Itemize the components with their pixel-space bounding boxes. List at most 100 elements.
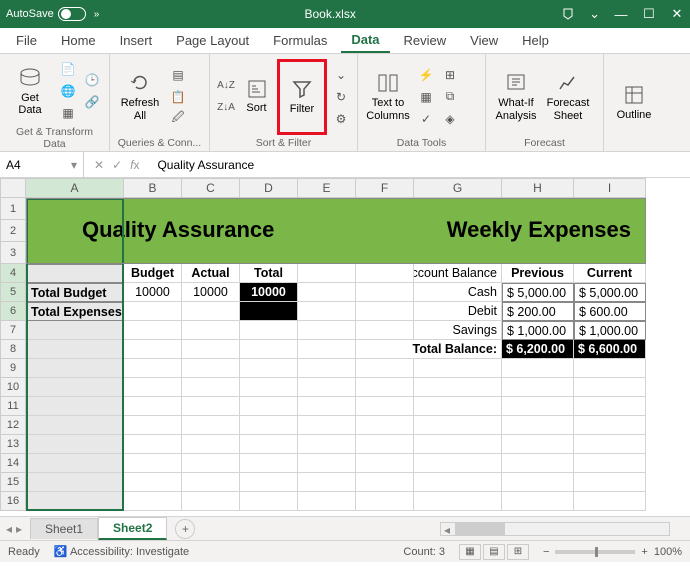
- cell-H13[interactable]: [502, 435, 574, 454]
- cell-H16[interactable]: [502, 492, 574, 511]
- clear-filter-icon[interactable]: ⌄: [331, 65, 351, 85]
- cell-B15[interactable]: [124, 473, 182, 492]
- advanced-filter-icon[interactable]: ⚙: [331, 109, 351, 129]
- row-header-16[interactable]: 16: [0, 492, 26, 511]
- cell-C6[interactable]: [182, 302, 240, 321]
- cell-D15[interactable]: [240, 473, 298, 492]
- forecast-button[interactable]: Forecast Sheet: [544, 64, 592, 130]
- cell-E14[interactable]: [298, 454, 356, 473]
- cell-B4[interactable]: Budget: [124, 264, 182, 283]
- row-header-3[interactable]: 3: [0, 242, 26, 264]
- row-header-11[interactable]: 11: [0, 397, 26, 416]
- cell-C12[interactable]: [182, 416, 240, 435]
- page-layout-view-button[interactable]: ▤: [483, 544, 505, 560]
- close-button[interactable]: ✕: [670, 6, 684, 22]
- cell-D10[interactable]: [240, 378, 298, 397]
- name-box[interactable]: A4 ▾: [0, 152, 84, 177]
- normal-view-button[interactable]: ▦: [459, 544, 481, 560]
- cell-I11[interactable]: [574, 397, 646, 416]
- col-header-F[interactable]: F: [356, 178, 414, 198]
- cell-I8[interactable]: $ 6,600.00: [574, 340, 646, 359]
- cell-D12[interactable]: [240, 416, 298, 435]
- menu-help[interactable]: Help: [512, 29, 559, 52]
- row-header-15[interactable]: 15: [0, 473, 26, 492]
- col-header-A[interactable]: A: [26, 178, 124, 198]
- cell-A16[interactable]: [26, 492, 124, 511]
- cell-G16[interactable]: [414, 492, 502, 511]
- cell-I12[interactable]: [574, 416, 646, 435]
- cell-I14[interactable]: [574, 454, 646, 473]
- cell-E6[interactable]: [298, 302, 356, 321]
- cell-F4[interactable]: [356, 264, 414, 283]
- cell-G7[interactable]: Savings: [414, 321, 502, 340]
- cell-D8[interactable]: [240, 340, 298, 359]
- col-header-B[interactable]: B: [124, 178, 182, 198]
- enter-formula-icon[interactable]: ✓: [112, 158, 122, 172]
- cell-G5[interactable]: Cash: [414, 283, 502, 302]
- cell-G15[interactable]: [414, 473, 502, 492]
- cell-E11[interactable]: [298, 397, 356, 416]
- menu-page-layout[interactable]: Page Layout: [166, 29, 259, 52]
- col-header-C[interactable]: C: [182, 178, 240, 198]
- col-header-I[interactable]: I: [574, 178, 646, 198]
- cell-I16[interactable]: [574, 492, 646, 511]
- zoom-control[interactable]: − + 100%: [543, 546, 682, 558]
- cell-G10[interactable]: [414, 378, 502, 397]
- cell-A15[interactable]: [26, 473, 124, 492]
- cell-H15[interactable]: [502, 473, 574, 492]
- existing-conn-icon[interactable]: 🔗: [82, 92, 102, 112]
- toggle-switch[interactable]: [58, 7, 86, 21]
- cell-D5[interactable]: 10000: [240, 283, 298, 302]
- cell-A6[interactable]: Total Expenses: [26, 302, 124, 321]
- cell-D14[interactable]: [240, 454, 298, 473]
- row-header-2[interactable]: 2: [0, 220, 26, 242]
- cell-H10[interactable]: [502, 378, 574, 397]
- cell-F7[interactable]: [356, 321, 414, 340]
- cell-C14[interactable]: [182, 454, 240, 473]
- fx-icon[interactable]: fx: [130, 158, 139, 172]
- row-header-4[interactable]: 4: [0, 264, 26, 283]
- cell-H12[interactable]: [502, 416, 574, 435]
- cell-F9[interactable]: [356, 359, 414, 378]
- cell-F12[interactable]: [356, 416, 414, 435]
- menu-review[interactable]: Review: [394, 29, 457, 52]
- cell-F13[interactable]: [356, 435, 414, 454]
- filter-button[interactable]: Filter: [282, 64, 322, 130]
- properties-icon[interactable]: 📋: [168, 87, 188, 107]
- row-header-6[interactable]: 6: [0, 302, 26, 321]
- menu-data[interactable]: Data: [341, 28, 389, 53]
- zoom-slider[interactable]: [555, 550, 635, 554]
- namebox-dropdown-icon[interactable]: ▾: [71, 158, 77, 172]
- cell-A11[interactable]: [26, 397, 124, 416]
- select-all-triangle[interactable]: [0, 178, 26, 198]
- cell-E15[interactable]: [298, 473, 356, 492]
- horizontal-scrollbar[interactable]: ◂: [440, 522, 670, 536]
- sort-desc-icon[interactable]: Z↓A: [216, 98, 236, 118]
- col-header-E[interactable]: E: [298, 178, 356, 198]
- cell-F15[interactable]: [356, 473, 414, 492]
- zoom-out-icon[interactable]: −: [543, 546, 549, 558]
- cell-E13[interactable]: [298, 435, 356, 454]
- spreadsheet-grid[interactable]: ABCDEFGHI 12345678910111213141516 Qualit…: [0, 178, 690, 516]
- formula-input[interactable]: Quality Assurance: [149, 158, 690, 172]
- cell-H4[interactable]: Previous: [502, 264, 574, 283]
- cell-B16[interactable]: [124, 492, 182, 511]
- cell-C13[interactable]: [182, 435, 240, 454]
- cell-G9[interactable]: [414, 359, 502, 378]
- row-header-14[interactable]: 14: [0, 454, 26, 473]
- row-header-1[interactable]: 1: [0, 198, 26, 220]
- cell-A5[interactable]: Total Budget: [26, 283, 124, 302]
- privacy-icon[interactable]: [561, 7, 575, 21]
- accessibility-status[interactable]: ♿ Accessibility: Investigate: [54, 545, 189, 558]
- cell-E4[interactable]: [298, 264, 356, 283]
- remove-dup-icon[interactable]: ▦: [416, 87, 436, 107]
- menu-home[interactable]: Home: [51, 29, 106, 52]
- cell-F10[interactable]: [356, 378, 414, 397]
- cell-B14[interactable]: [124, 454, 182, 473]
- sheet-tab-1[interactable]: Sheet1: [30, 518, 98, 539]
- autosave-toggle[interactable]: AutoSave: [6, 7, 86, 21]
- cell-I10[interactable]: [574, 378, 646, 397]
- cell-I4[interactable]: Current: [574, 264, 646, 283]
- row-header-8[interactable]: 8: [0, 340, 26, 359]
- cell-C8[interactable]: [182, 340, 240, 359]
